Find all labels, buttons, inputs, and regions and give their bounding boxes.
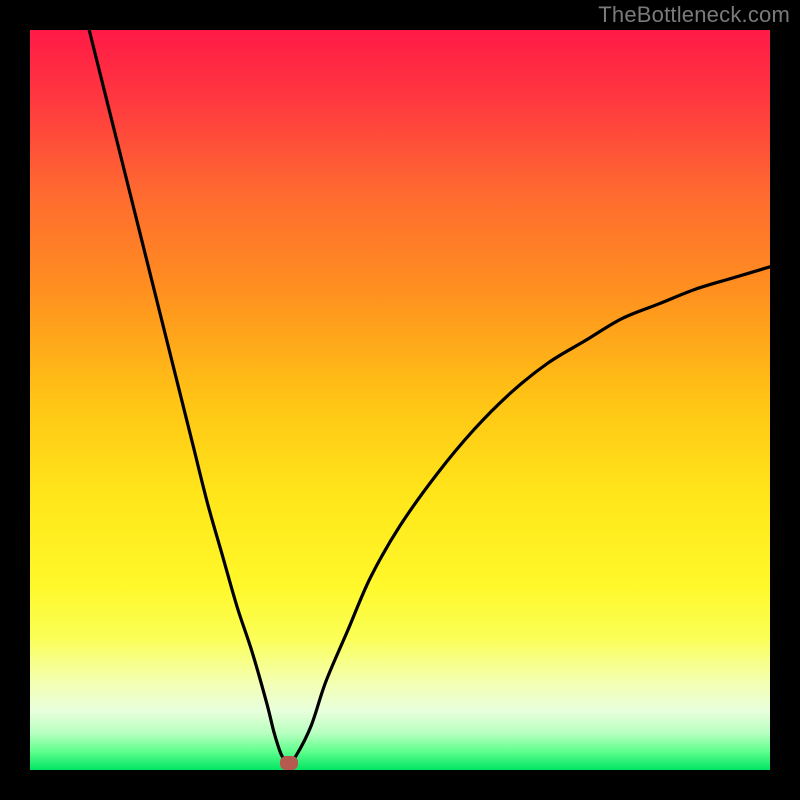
plot-area — [30, 30, 770, 770]
optimal-point-marker — [280, 756, 298, 770]
chart-frame: TheBottleneck.com — [0, 0, 800, 800]
bottleneck-curve — [30, 30, 770, 770]
watermark-text: TheBottleneck.com — [598, 2, 790, 28]
